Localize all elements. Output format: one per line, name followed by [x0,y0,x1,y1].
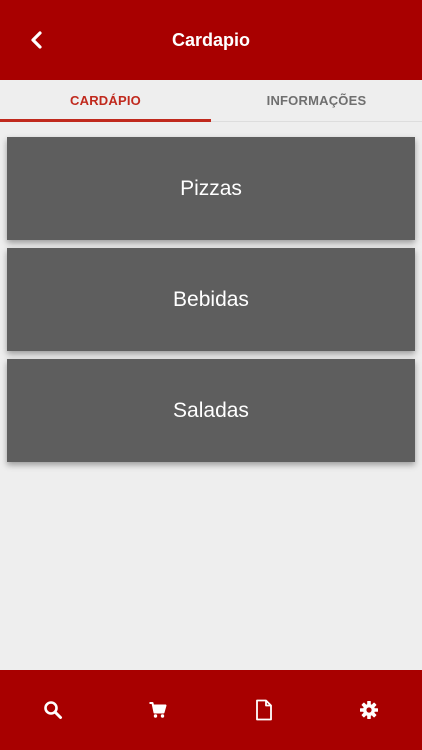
tab-bar: CARDÁPIO INFORMAÇÕES [0,80,422,122]
menu-item-saladas[interactable]: Saladas [7,359,415,462]
top-app-bar: Cardapio [0,0,422,80]
tab-informacoes[interactable]: INFORMAÇÕES [211,80,422,121]
cart-icon [149,702,167,718]
menu-item-pizzas[interactable]: Pizzas [7,137,415,240]
app-screen: Cardapio CARDÁPIO INFORMAÇÕES Pizzas Beb… [0,0,422,750]
menu-item-bebidas[interactable]: Bebidas [7,248,415,351]
settings-gear-icon [360,701,379,719]
nav-cart-button[interactable] [106,670,212,750]
document-icon [255,699,272,721]
page-title: Cardapio [171,30,250,50]
bottom-navigation [0,670,422,750]
nav-document-button[interactable] [211,670,317,750]
tab-cardapio[interactable]: CARDÁPIO [0,80,211,122]
search-icon [43,701,62,719]
nav-settings-button[interactable] [317,670,422,750]
nav-search-button[interactable] [0,670,106,750]
